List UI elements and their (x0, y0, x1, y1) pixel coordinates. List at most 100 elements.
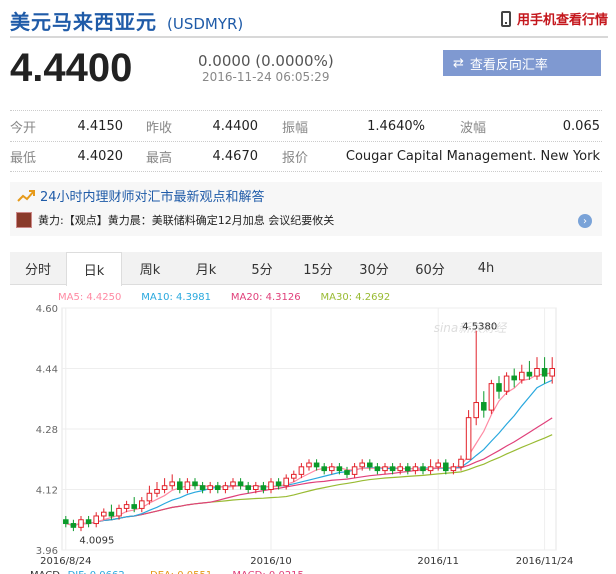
chevron-right-icon[interactable]: › (578, 214, 592, 228)
candle-body (443, 462, 449, 472)
current-price: 4.4400 (10, 46, 133, 90)
stat-value-range: 0.065 (562, 118, 600, 134)
tab-月k[interactable]: 月k (178, 252, 234, 285)
candle-body (245, 485, 251, 490)
reverse-rate-label: 查看反向汇率 (469, 57, 548, 73)
reverse-rate-button[interactable]: ⇄ 查看反向汇率 (443, 50, 601, 76)
stats-row: 今开 4.4150 昨收 4.4400 振幅 1.4640% 波幅 0.065 (10, 111, 602, 141)
candle-body (435, 462, 441, 468)
candle-body (382, 466, 388, 472)
candle-body (116, 507, 122, 517)
candle-body (253, 485, 259, 490)
swap-icon: ⇄ (453, 55, 464, 71)
candle-body (336, 466, 343, 472)
candle-body (161, 485, 168, 490)
x-tick-label: 2016/11/24 (516, 556, 574, 567)
candle-body (268, 481, 274, 490)
candle-body (541, 368, 548, 377)
candle-body (146, 492, 153, 502)
tab-分时[interactable]: 分时 (10, 252, 66, 285)
stat-value-high: 4.4670 (212, 149, 259, 164)
ma20-line (65, 417, 553, 527)
min-price-label: 4.0095 (79, 535, 114, 546)
candle-body (169, 481, 175, 487)
currency-pair-name: 美元马来西亚元 (10, 10, 157, 34)
candle-body (511, 375, 517, 381)
mobile-view-label: 用手机查看行情 (516, 13, 608, 28)
tab-5分[interactable]: 5分 (234, 252, 290, 285)
max-price-label: 4.5380 (462, 321, 497, 332)
news-item-text: 黄力:【观点】黄力晨：美联储料确定12月加息 会议纪要攸关 (38, 214, 335, 227)
stat-label-high: 最高 (146, 151, 173, 166)
stat-label-quote-source: 报价 (282, 151, 309, 166)
candle-body (184, 481, 191, 490)
y-tick-label: 4.60 (36, 304, 58, 315)
candle-body (199, 485, 206, 490)
currency-pair-code: (USDMYR) (167, 15, 244, 33)
candle-body (283, 477, 289, 487)
price-change: 0.0000 (0.0000%) (198, 52, 334, 70)
trend-up-icon (17, 189, 35, 202)
macd-legend-item: DIF: 0.0662 (68, 570, 125, 574)
tab-4h[interactable]: 4h (458, 252, 514, 285)
y-tick-label: 4.28 (36, 425, 58, 436)
tab-30分[interactable]: 30分 (346, 252, 402, 285)
ma-legend-item: MA10: 4.3981 (141, 292, 211, 303)
stat-value-open: 4.4150 (77, 118, 124, 134)
news-item[interactable]: 黄力:【观点】黄力晨：美联储料确定12月加息 会议纪要攸关 › (16, 212, 596, 228)
candle-body (367, 462, 373, 468)
mobile-view-link[interactable]: 用手机查看行情 (500, 9, 608, 28)
ma10-line (65, 379, 553, 527)
chart-period-tabs: 分时 日k 周k 月k 5分 15分 30分 60分 4h (10, 252, 602, 286)
candle-body (488, 383, 495, 411)
candle-body (351, 466, 358, 475)
candle-body (344, 470, 350, 475)
candle-body (412, 466, 419, 472)
candle-body (215, 485, 221, 490)
candlestick-chart: 3.964.124.284.444.602016/8/24 2016/10 2016… (30, 292, 574, 574)
candle-body (374, 466, 381, 472)
tab-周k[interactable]: 周k (122, 252, 178, 285)
candle-body (329, 466, 335, 472)
ma5-line (65, 371, 553, 527)
stat-label-range: 波幅 (460, 120, 487, 136)
candle-body (275, 481, 282, 487)
candle-body (519, 371, 525, 381)
tab-15分[interactable]: 15分 (290, 252, 346, 285)
macd-legend-item: MACD: 0.0215 (232, 570, 304, 574)
ma-legend-item: MA20: 4.3126 (231, 292, 301, 303)
candle-body (389, 466, 396, 472)
advisor-news-heading-text: 24小时内理财师对汇市最新观点和解答 (40, 190, 265, 205)
candle-body (70, 523, 77, 528)
candle-body (481, 402, 487, 411)
y-tick-label: 4.44 (36, 365, 58, 376)
candle-body (306, 462, 312, 468)
advisor-news-heading[interactable]: 24小时内理财师对汇市最新观点和解答 (16, 186, 265, 205)
title-divider (10, 36, 608, 38)
candle-body (93, 515, 99, 525)
advisor-news-box: 24小时内理财师对汇市最新观点和解答 黄力:【观点】黄力晨：美联储料确定12月加… (10, 182, 602, 236)
candle-body (63, 519, 69, 525)
candle-body (154, 489, 160, 494)
candle-body (192, 481, 198, 487)
page-title: 美元马来西亚元 (USDMYR) (10, 6, 243, 34)
candle-body (496, 383, 502, 392)
tab-60分[interactable]: 60分 (402, 252, 458, 285)
avatar (16, 212, 32, 228)
phone-icon (500, 10, 511, 27)
y-tick-label: 4.12 (36, 486, 58, 497)
stat-label-amplitude: 振幅 (282, 120, 309, 136)
tab-日k[interactable]: 日k (66, 252, 122, 286)
candle-body (465, 417, 472, 460)
candle-body (313, 462, 320, 468)
ma-legend-item: MA5: 4.4250 (58, 292, 121, 303)
candle-body (78, 519, 84, 528)
stat-value-low: 4.4020 (77, 149, 124, 164)
macd-legend-item: MACD (30, 570, 60, 574)
candle-body (260, 485, 267, 490)
candle-body (420, 466, 426, 472)
candle-body (549, 368, 555, 377)
stat-label-prev-close: 昨收 (146, 120, 173, 136)
candle-body (450, 466, 457, 472)
candle-body (177, 481, 183, 490)
